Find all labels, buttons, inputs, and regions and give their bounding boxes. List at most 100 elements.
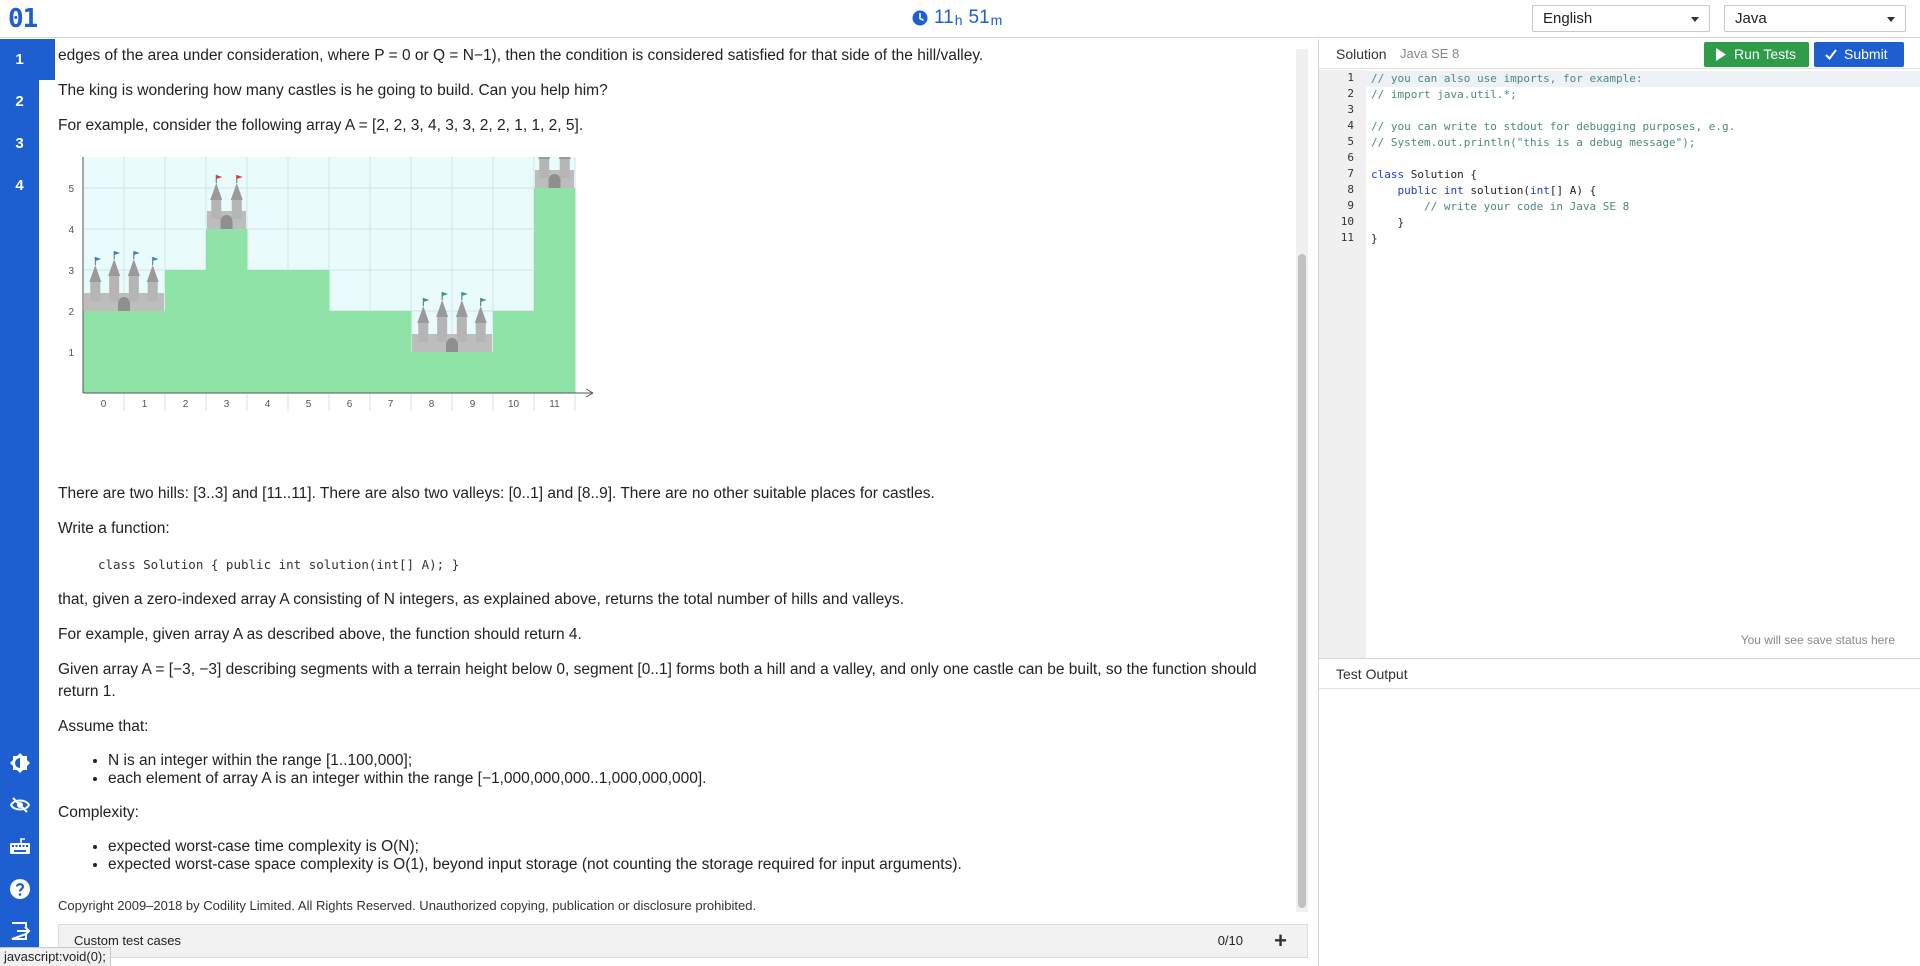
programming-language-value: Java: [1735, 10, 1767, 27]
problem-paragraph: For example, given array A as described …: [58, 626, 582, 643]
terrain-bar: [165, 270, 207, 393]
line-number: 6: [1347, 151, 1354, 164]
exit-icon[interactable]: [9, 920, 31, 942]
task-tab-3[interactable]: 3: [0, 123, 47, 164]
x-tick-label: 6: [347, 399, 353, 410]
scrollbar-thumb[interactable]: [1298, 254, 1306, 908]
problem-paragraph: There are two hills: [3..3] and [11..11]…: [58, 485, 935, 502]
test-output-title: Test Output: [1336, 666, 1408, 682]
eye-hide-icon[interactable]: [9, 794, 31, 816]
code-line: class Solution {: [1371, 168, 1477, 181]
editor-language: Java SE 8: [1400, 46, 1460, 61]
code-line: }: [1371, 232, 1378, 245]
timer-minutes-unit: m: [990, 12, 1003, 28]
line-number: 9: [1347, 199, 1354, 212]
y-tick-label: 2: [68, 307, 74, 318]
language-select[interactable]: English: [1532, 5, 1710, 32]
x-tick-label: 11: [549, 399, 560, 410]
terrain-bar: [411, 352, 453, 393]
line-number: 10: [1340, 215, 1354, 228]
y-tick-label: 4: [68, 225, 74, 236]
save-status: You will see save status here: [1740, 633, 1895, 647]
terrain-bar: [493, 311, 535, 393]
chevron-down-icon: [1691, 17, 1699, 22]
timer-hours: 11: [934, 7, 954, 28]
chevron-down-icon: [1887, 17, 1895, 22]
terrain-bar: [83, 311, 125, 393]
test-output-pane: Test Output: [1318, 658, 1920, 966]
problem-paragraph: Given array A = [−3, −3] describing segm…: [58, 661, 1257, 700]
task-tab-2[interactable]: 2: [0, 81, 47, 122]
programming-language-select[interactable]: Java: [1724, 5, 1906, 32]
task-tab-1[interactable]: 1: [0, 39, 55, 80]
code-line: // System.out.println("this is a debug m…: [1371, 136, 1696, 149]
code-line: // import java.util.*;: [1371, 88, 1517, 101]
line-number: 1: [1347, 71, 1354, 84]
x-tick-label: 7: [388, 399, 394, 410]
terrain-bar: [329, 311, 371, 393]
run-tests-label: Run Tests: [1734, 46, 1796, 62]
clock-icon: [912, 10, 928, 26]
terrain-chart: 01234567891011123456: [68, 157, 594, 411]
editor-header: Solution Java SE 8 Run Tests Submit: [1319, 39, 1920, 69]
logo: 01: [8, 4, 38, 34]
code-line: // you can also use imports, for example…: [1371, 72, 1643, 85]
x-tick-label: 4: [265, 399, 271, 410]
terrain-bar: [206, 229, 248, 393]
list-item: expected worst-case space complexity is …: [108, 856, 1285, 874]
terrain-bar: [124, 311, 166, 393]
line-number: 2: [1347, 87, 1354, 100]
play-icon: [1716, 48, 1726, 61]
code-editor[interactable]: // you can also use imports, for example…: [1371, 71, 1735, 247]
task-tab-4[interactable]: 4: [0, 165, 47, 206]
list-item: N is an integer within the range [1..100…: [108, 752, 1285, 770]
function-signature: class Solution { public int solution(int…: [98, 557, 460, 572]
line-number: 8: [1347, 183, 1354, 196]
x-tick-label: 3: [224, 399, 230, 410]
terrain-bar: [534, 188, 576, 393]
submit-button[interactable]: Submit: [1814, 42, 1904, 67]
add-test-case-button[interactable]: +: [1274, 925, 1287, 957]
problem-paragraph: Write a function:: [58, 520, 170, 537]
custom-test-cases-count: 0/10: [1217, 933, 1243, 948]
problem-paragraph: edges of the area under consideration, w…: [58, 47, 984, 64]
timer-hours-unit: h: [954, 12, 963, 28]
editor-title: Solution: [1336, 46, 1387, 62]
line-number: 7: [1347, 167, 1354, 180]
line-number: 5: [1347, 135, 1354, 148]
x-tick-label: 0: [101, 399, 107, 410]
custom-test-cases-bar[interactable]: Custom test cases 0/10 +: [58, 924, 1308, 958]
y-tick-label: 1: [68, 348, 74, 359]
y-tick-label: 3: [68, 266, 74, 277]
problem-scrollbar[interactable]: [1296, 49, 1308, 912]
code-line: }: [1371, 216, 1405, 229]
line-number: 11: [1340, 231, 1354, 244]
code-line: // you can write to stdout for debugging…: [1371, 120, 1736, 133]
list-item: each element of array A is an integer wi…: [108, 770, 1285, 788]
theme-toggle-icon[interactable]: [9, 752, 31, 774]
y-tick-label: 5: [68, 184, 74, 195]
complexity-list: expected worst-case time complexity is O…: [108, 838, 1285, 874]
code-line: public int solution(int[] A) {: [1397, 184, 1597, 197]
problem-paragraph: For example, consider the following arra…: [58, 117, 584, 134]
line-number: 4: [1347, 119, 1354, 132]
x-tick-label: 1: [142, 399, 148, 410]
keyboard-icon[interactable]: [9, 836, 31, 858]
x-tick-label: 8: [429, 399, 435, 410]
sidebar: 1 2 3 4: [0, 39, 55, 966]
problem-description: edges of the area under consideration, w…: [47, 39, 1297, 919]
help-icon[interactable]: [9, 878, 31, 900]
timer: 11 h 51 m: [912, 6, 1008, 30]
run-tests-button[interactable]: Run Tests: [1704, 42, 1809, 67]
terrain-bar: [370, 311, 412, 393]
timer-minutes: 51: [968, 7, 990, 28]
code-line: // write your code in Java SE 8: [1371, 200, 1630, 213]
submit-label: Submit: [1844, 46, 1888, 62]
terrain-bar: [247, 270, 289, 393]
language-select-value: English: [1543, 10, 1593, 27]
list-item: expected worst-case time complexity is O…: [108, 838, 1285, 856]
problem-paragraph: Complexity:: [58, 804, 139, 821]
problem-paragraph: that, given a zero-indexed array A consi…: [58, 591, 905, 608]
